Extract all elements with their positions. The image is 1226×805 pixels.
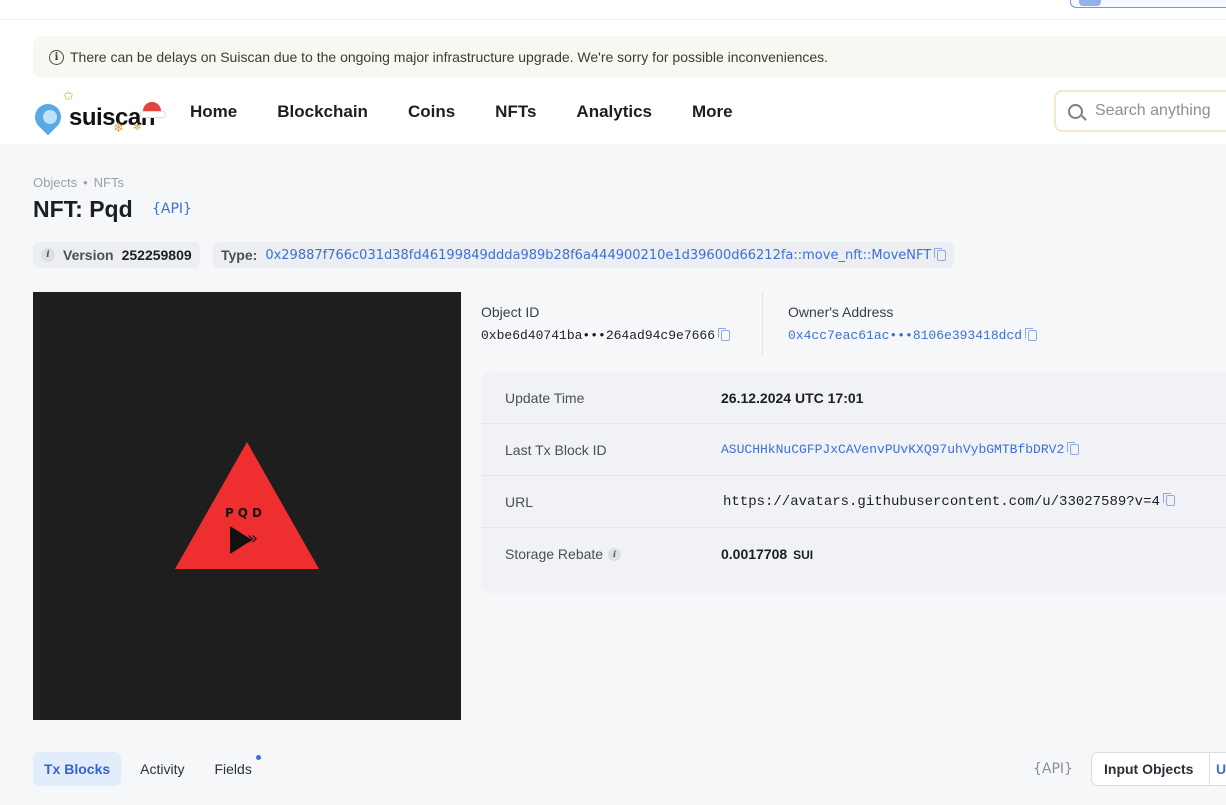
object-id-label: Object ID bbox=[481, 304, 540, 320]
search-placeholder: Search anything bbox=[1095, 102, 1211, 119]
logo-drop-highlight bbox=[43, 110, 57, 124]
segment-input-objects[interactable]: Input Objects bbox=[1104, 761, 1193, 777]
copy-icon[interactable] bbox=[1162, 493, 1175, 507]
detail-key: Last Tx Block ID bbox=[505, 441, 607, 458]
nav-coins[interactable]: Coins bbox=[408, 102, 455, 122]
tab-bar: Tx Blocks Activity Fields bbox=[33, 752, 263, 786]
owner-label: Owner's Address bbox=[788, 304, 894, 320]
segment-divider bbox=[1209, 753, 1210, 785]
detail-value: https://avatars.githubusercontent.com/u/… bbox=[723, 493, 1175, 510]
nav-nfts[interactable]: NFTs bbox=[495, 102, 536, 122]
tab-fields[interactable]: Fields bbox=[203, 752, 262, 786]
segment-next[interactable]: U bbox=[1216, 761, 1226, 777]
owner-value: 0x4cc7eac61ac•••8106e393418dcd bbox=[788, 328, 1038, 343]
storage-rebate-label: Storage Rebate bbox=[505, 546, 604, 562]
nav-more[interactable]: More bbox=[692, 102, 733, 122]
nft-image-text: PQD bbox=[225, 506, 266, 520]
logo-text: suiscan bbox=[69, 104, 155, 131]
breadcrumb-objects[interactable]: Objects bbox=[33, 175, 77, 190]
info-icon: i bbox=[49, 49, 64, 65]
detail-key: URL bbox=[505, 493, 534, 510]
snowflake-icon: ✻ bbox=[133, 122, 142, 133]
info-icon[interactable]: i bbox=[608, 547, 622, 561]
search-input[interactable]: Search anything bbox=[1054, 90, 1226, 132]
fast-forward-icon: » bbox=[247, 528, 259, 549]
breadcrumb-nfts[interactable]: NFTs bbox=[94, 175, 124, 190]
tab-activity[interactable]: Activity bbox=[129, 752, 195, 786]
object-type-segmented-control: Input Objects U bbox=[1091, 752, 1226, 786]
nav-analytics[interactable]: Analytics bbox=[576, 102, 652, 122]
copy-icon[interactable] bbox=[1025, 328, 1038, 342]
object-id-value: 0xbe6d40741ba•••264ad94c9e7666 bbox=[481, 328, 731, 343]
detail-value: 0.0017708 SUI bbox=[721, 546, 813, 562]
pill-icon bbox=[1079, 0, 1101, 6]
header: suiscan ✩ ❄ ✻ Home Blockchain Coins NFTs… bbox=[0, 80, 1226, 144]
breadcrumb: Objects • NFTs bbox=[33, 175, 124, 190]
version-value: 252259809 bbox=[121, 247, 192, 263]
owner-block: Owner's Address 0x4cc7eac61ac•••8106e393… bbox=[788, 304, 1038, 343]
api-link[interactable]: {API} bbox=[152, 201, 192, 217]
snowflake-icon: ❄ bbox=[113, 120, 124, 135]
suiscan-logo[interactable]: suiscan ✩ ❄ ✻ bbox=[29, 88, 173, 136]
banner-text: There can be delays on Suiscan due to th… bbox=[70, 49, 829, 65]
search-icon bbox=[1068, 103, 1083, 119]
id-divider bbox=[762, 292, 763, 355]
copy-icon[interactable] bbox=[1067, 442, 1080, 456]
notice-banner: i There can be delays on Suiscan due to … bbox=[33, 36, 1226, 78]
detail-row-last-tx: Last Tx Block ID ASUCHHkNuCGFPJxCAVenvPU… bbox=[481, 424, 1226, 476]
details-panel: Update Time 26.12.2024 UTC 17:01 Last Tx… bbox=[481, 372, 1226, 593]
type-chip: Type: 0x29887f766c031d38fd46199849ddda98… bbox=[213, 242, 955, 268]
info-icon: i bbox=[41, 248, 55, 262]
version-label: Version bbox=[63, 247, 114, 263]
detail-key: Update Time bbox=[505, 389, 585, 406]
detail-value: 26.12.2024 UTC 17:01 bbox=[721, 389, 864, 406]
url-text: https://avatars.githubusercontent.com/u/… bbox=[723, 493, 1160, 510]
notification-dot bbox=[255, 755, 261, 760]
detail-row-update-time: Update Time 26.12.2024 UTC 17:01 bbox=[481, 372, 1226, 424]
top-pill[interactable] bbox=[1070, 0, 1226, 8]
type-label: Type: bbox=[221, 247, 258, 263]
copy-icon[interactable] bbox=[934, 247, 947, 261]
detail-value-link: ASUCHHkNuCGFPJxCAVenvPUvKXQ97uhVybGMTBfb… bbox=[721, 442, 1080, 457]
tab-tx-blocks[interactable]: Tx Blocks bbox=[33, 752, 122, 786]
nav-home[interactable]: Home bbox=[190, 102, 237, 122]
main-content: Objects • NFTs NFT: Pqd {API} i Version 25… bbox=[0, 144, 1226, 805]
version-chip: i Version 252259809 bbox=[33, 242, 200, 268]
copy-icon[interactable] bbox=[718, 328, 731, 342]
nft-image: PQD » bbox=[33, 292, 461, 720]
detail-row-url: URL https://avatars.githubusercontent.co… bbox=[481, 476, 1226, 528]
type-value-link[interactable]: 0x29887f766c031d38fd46199849ddda989b28f6… bbox=[265, 248, 931, 263]
detail-row-storage-rebate: Storage Rebate i 0.0017708 SUI bbox=[481, 528, 1226, 580]
object-id-block: Object ID 0xbe6d40741ba•••264ad94c9e7666 bbox=[481, 304, 731, 343]
star-icon: ✩ bbox=[63, 88, 74, 103]
main-nav: Home Blockchain Coins NFTs Analytics Mor… bbox=[190, 80, 733, 144]
sui-unit: SUI bbox=[793, 548, 814, 562]
page-title: NFT: Pqd bbox=[33, 196, 133, 222]
detail-key: Storage Rebate i bbox=[505, 546, 622, 562]
santa-hat-icon bbox=[140, 102, 166, 118]
nav-blockchain[interactable]: Blockchain bbox=[277, 102, 368, 122]
object-id-text: 0xbe6d40741ba•••264ad94c9e7666 bbox=[481, 328, 716, 343]
api-link-bottom[interactable]: {API} bbox=[1033, 761, 1073, 777]
storage-rebate-value: 0.0017708 bbox=[721, 546, 788, 562]
tab-fields-label: Fields bbox=[214, 761, 252, 777]
top-strip bbox=[0, 0, 1226, 20]
owner-address-link[interactable]: 0x4cc7eac61ac•••8106e393418dcd bbox=[788, 328, 1022, 343]
breadcrumb-separator: • bbox=[83, 175, 88, 190]
tx-block-link[interactable]: ASUCHHkNuCGFPJxCAVenvPUvKXQ97uhVybGMTBfb… bbox=[721, 442, 1064, 457]
